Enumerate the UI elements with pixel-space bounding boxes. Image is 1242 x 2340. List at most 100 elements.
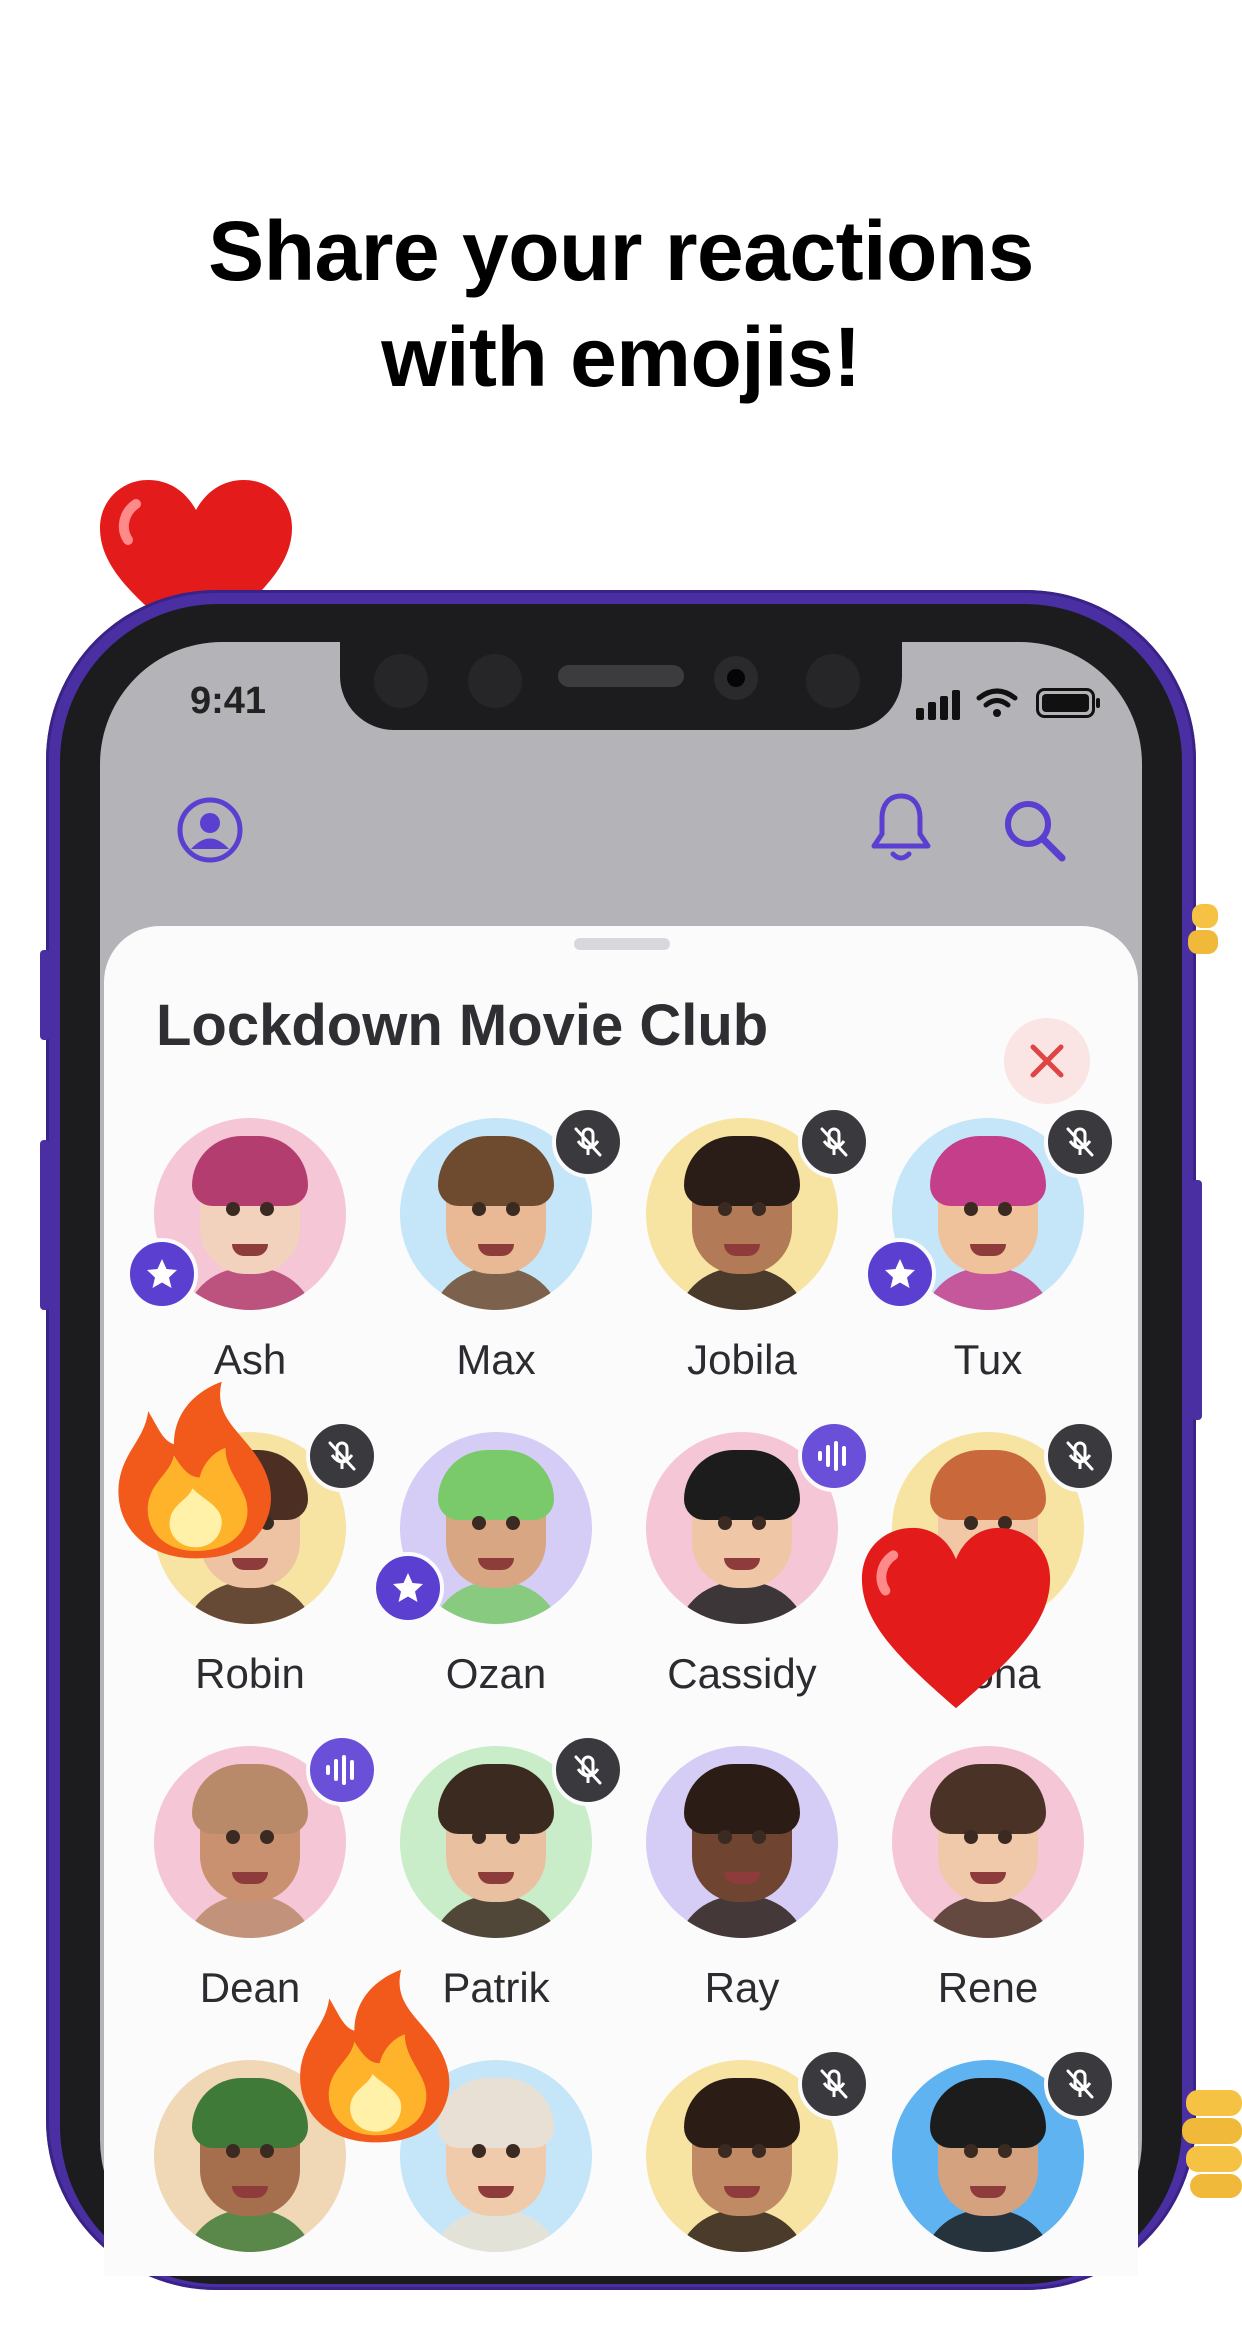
speaking-wave-icon: [326, 1755, 354, 1785]
heart-emoji: [861, 1527, 1051, 1709]
front-camera: [714, 656, 758, 700]
participant-card[interactable]: Max: [376, 1106, 624, 1398]
user-circle-icon[interactable]: [176, 796, 244, 864]
avatar-eye: [998, 1830, 1012, 1844]
muted-mic-icon: [1066, 2069, 1094, 2099]
volume-button: [40, 950, 50, 1040]
avatar-eye: [226, 2144, 240, 2158]
speaking-badge: [306, 1734, 378, 1806]
avatar-body: [676, 2210, 808, 2252]
avatar-body: [184, 2210, 316, 2252]
avatar-eye: [718, 1516, 732, 1530]
earpiece-speaker: [558, 665, 684, 687]
participant-card[interactable]: [868, 2048, 1116, 2340]
fire-emoji: [118, 1381, 271, 1559]
avatar-eye: [226, 1202, 240, 1216]
volume-button: [40, 1140, 50, 1310]
avatar-hair: [438, 1450, 554, 1520]
avatar-eye: [998, 1202, 1012, 1216]
signal-icon: [928, 702, 936, 720]
participant-name: Max: [456, 1336, 536, 1383]
headline-line-1: Share your reactions: [208, 204, 1034, 298]
avatar-body: [922, 1268, 1054, 1310]
bell-icon[interactable]: [868, 790, 934, 866]
thumbs-up-emoji: [1182, 2090, 1242, 2198]
participant-card[interactable]: Jobila: [622, 1106, 870, 1398]
participant-name: Ash: [213, 1336, 287, 1383]
battery-icon: [1036, 688, 1100, 718]
muted-badge: [798, 1106, 870, 1178]
star-icon: [147, 1259, 177, 1288]
participant-card[interactable]: [622, 2048, 870, 2340]
participant-card[interactable]: Tux: [864, 1106, 1116, 1398]
avatar-eye: [752, 1516, 766, 1530]
avatar-hair: [192, 1764, 308, 1834]
wifi-icon: [976, 688, 1018, 717]
participant-card[interactable]: Ray: [622, 1746, 862, 2026]
sheet-grabber[interactable]: [574, 938, 670, 950]
avatar-hair: [930, 1136, 1046, 1206]
participant-card[interactable]: Ash: [126, 1118, 370, 1398]
avatar[interactable]: [892, 1746, 1084, 1938]
participant-card[interactable]: Rene: [868, 1746, 1108, 2026]
avatar-body: [184, 1268, 316, 1310]
avatar-hair: [684, 1764, 800, 1834]
avatar-eye: [752, 1830, 766, 1844]
signal-icon: [916, 708, 924, 720]
close-icon: [1030, 1044, 1064, 1078]
star-icon: [393, 1573, 423, 1602]
room-title: Lockdown Movie Club: [156, 993, 769, 1058]
avatar-hair: [930, 1764, 1046, 1834]
signal-icon: [952, 690, 960, 720]
muted-badge: [798, 2048, 870, 2120]
host-star-badge: [372, 1552, 444, 1624]
participant-name: Robin: [195, 1650, 305, 1697]
star-icon: [885, 1259, 915, 1288]
avatar[interactable]: [646, 1746, 838, 1938]
participant-card[interactable]: Ozan: [372, 1432, 616, 1712]
avatar-eye: [260, 2144, 274, 2158]
muted-mic-icon: [1066, 1441, 1094, 1471]
avatar-body: [184, 1896, 316, 1938]
participant-name: Cassidy: [667, 1650, 817, 1697]
avatar-eye: [718, 2144, 732, 2158]
search-icon[interactable]: [1000, 796, 1068, 864]
speaking-wave-icon: [818, 1441, 846, 1471]
avatar-hair: [684, 2078, 800, 2148]
muted-badge: [552, 1734, 624, 1806]
avatar-body: [430, 1896, 562, 1938]
avatar-body: [184, 1582, 316, 1624]
avatar-eye: [964, 1202, 978, 1216]
participant-card[interactable]: Cassidy: [622, 1420, 870, 1712]
avatar-eye: [718, 1202, 732, 1216]
sensor: [806, 654, 860, 708]
avatar-eye: [506, 2144, 520, 2158]
status-time: 9:41: [190, 680, 267, 722]
avatar-hair: [192, 1136, 308, 1206]
avatar-eye: [472, 2144, 486, 2158]
muted-mic-icon: [1066, 1127, 1094, 1157]
avatar-eye: [752, 2144, 766, 2158]
avatar-eye: [998, 2144, 1012, 2158]
avatar-eye: [260, 1830, 274, 1844]
close-button[interactable]: [1004, 1018, 1090, 1104]
muted-mic-icon: [820, 2069, 848, 2099]
avatar-body: [430, 1582, 562, 1624]
muted-badge: [552, 1106, 624, 1178]
fire-emoji: [300, 1969, 450, 2143]
avatar-eye: [964, 2144, 978, 2158]
avatar-body: [430, 1268, 562, 1310]
avatar-eye: [506, 1202, 520, 1216]
speaking-badge: [798, 1420, 870, 1492]
avatar-eye: [506, 1830, 520, 1844]
muted-badge: [306, 1420, 378, 1492]
host-star-badge: [864, 1238, 936, 1310]
avatar-eye: [506, 1516, 520, 1530]
avatar-hair: [438, 1136, 554, 1206]
headline-line-2: with emojis!: [381, 310, 861, 404]
headline: Share your reactions with emojis!: [0, 198, 1242, 410]
avatar-body: [922, 2210, 1054, 2252]
avatar-body: [922, 1896, 1054, 1938]
muted-mic-icon: [328, 1441, 356, 1471]
avatar-body: [676, 1268, 808, 1310]
